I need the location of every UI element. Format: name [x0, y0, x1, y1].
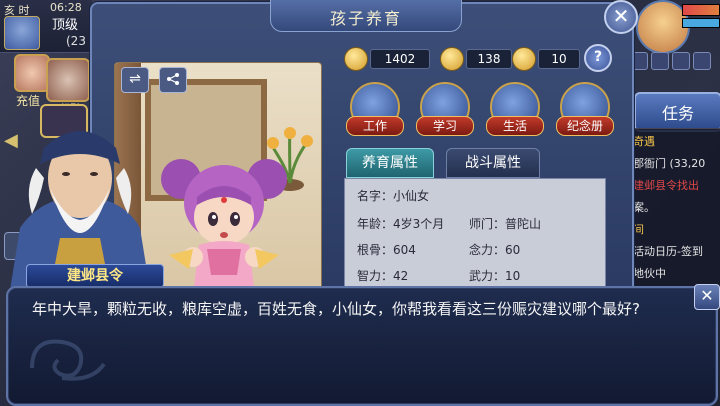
attr-root: 根骨：604 [357, 243, 416, 257]
attr-force: 武力：10 [469, 269, 521, 283]
attribute-panel: 名字：小仙女 年龄：4岁3个月 师门：普陀山 根骨：604 念力：60 智力：4… [344, 178, 606, 292]
currency-value: 1402 [370, 49, 430, 69]
attr-name: 名字：小仙女 [357, 189, 430, 203]
mp-bar [682, 18, 720, 28]
study-button[interactable]: 学习 [416, 82, 474, 138]
attr-focus: 念力：60 [469, 243, 521, 257]
life-button[interactable]: 生活 [486, 82, 544, 138]
task-button[interactable]: 任务 [634, 92, 720, 132]
child-character[interactable] [159, 145, 289, 294]
gold-face-icon [344, 47, 368, 71]
quest-line[interactable]: 间 [633, 221, 644, 237]
hp-bar [682, 4, 720, 16]
buff-icon[interactable] [693, 52, 711, 70]
window-close-button[interactable]: ✕ [604, 0, 638, 34]
quest-line[interactable]: 郡衙门 (33,20 [633, 155, 705, 171]
guide-button[interactable] [46, 58, 90, 102]
quest-line[interactable]: 案。 [633, 199, 655, 215]
attr-wisdom: 智力：42 [357, 269, 409, 283]
work-button[interactable]: 工作 [346, 82, 404, 138]
buff-icon[interactable] [672, 52, 690, 70]
attr-age: 年龄：4岁3个月 [357, 217, 445, 231]
cloud-swirl-decoration [30, 339, 106, 381]
right-panel: 任务 奇遇郡衙门 (33,20 建邺县令找出 案。间活动日历-签到 地伙中 [626, 0, 720, 300]
smile-face-icon [440, 47, 464, 71]
help-button[interactable]: ? [584, 44, 612, 72]
tab-raise-attributes[interactable]: 养育属性 [346, 148, 434, 178]
share-icon [167, 73, 179, 85]
dialogue-box[interactable]: 年中大旱，颗粒无收，粮库空虚，百姓无食，小仙女，你帮我看看这三份赈灾建议哪个最好… [6, 284, 720, 406]
recharge-icon [14, 54, 50, 92]
level-number: (23 [66, 34, 86, 48]
dialogue-text: 年中大旱，颗粒无收，粮库空虚，百姓无食，小仙女，你帮我看看这三份赈灾建议哪个最好… [32, 300, 640, 318]
window-title: 孩子养育 [329, 9, 402, 28]
swap-child-button[interactable]: ⇌ [121, 67, 149, 93]
npc-name: 建邺县令 [26, 264, 164, 288]
quest-line[interactable]: 地伙中 [633, 265, 666, 281]
window-title-bar: 孩子养育 [270, 0, 462, 32]
game-time-value: 06:28 [50, 1, 82, 14]
buff-icon[interactable] [651, 52, 669, 70]
life-label: 生活 [486, 116, 544, 136]
recharge-button[interactable]: 充值 [10, 54, 50, 110]
status-hud: 亥 时 06:28 顶级 (23 [0, 0, 92, 53]
share-button[interactable] [159, 67, 187, 93]
tired-face-icon [512, 47, 536, 71]
dialogue-close-button[interactable]: ✕ [694, 284, 720, 310]
buff-icons [630, 52, 718, 70]
recharge-label: 充值 [16, 94, 41, 108]
level-label: 顶级 [52, 18, 79, 33]
quest-line[interactable]: 奇遇 [633, 133, 655, 149]
player-avatar[interactable] [4, 16, 40, 50]
study-label: 学习 [416, 116, 474, 136]
currency-value: 10 [538, 49, 580, 69]
currency-value: 138 [466, 49, 512, 69]
attr-school: 师门：普陀山 [469, 217, 542, 231]
album-label: 纪念册 [556, 116, 614, 136]
tab-battle-attributes[interactable]: 战斗属性 [446, 148, 540, 178]
work-label: 工作 [346, 116, 404, 136]
album-button[interactable]: 纪念册 [556, 82, 614, 138]
quest-tracker[interactable]: 奇遇郡衙门 (33,20 建邺县令找出 案。间活动日历-签到 地伙中 [628, 128, 720, 290]
quest-line[interactable]: 活动日历-签到 [633, 243, 703, 259]
quest-line[interactable]: 建邺县令找出 [633, 177, 699, 193]
